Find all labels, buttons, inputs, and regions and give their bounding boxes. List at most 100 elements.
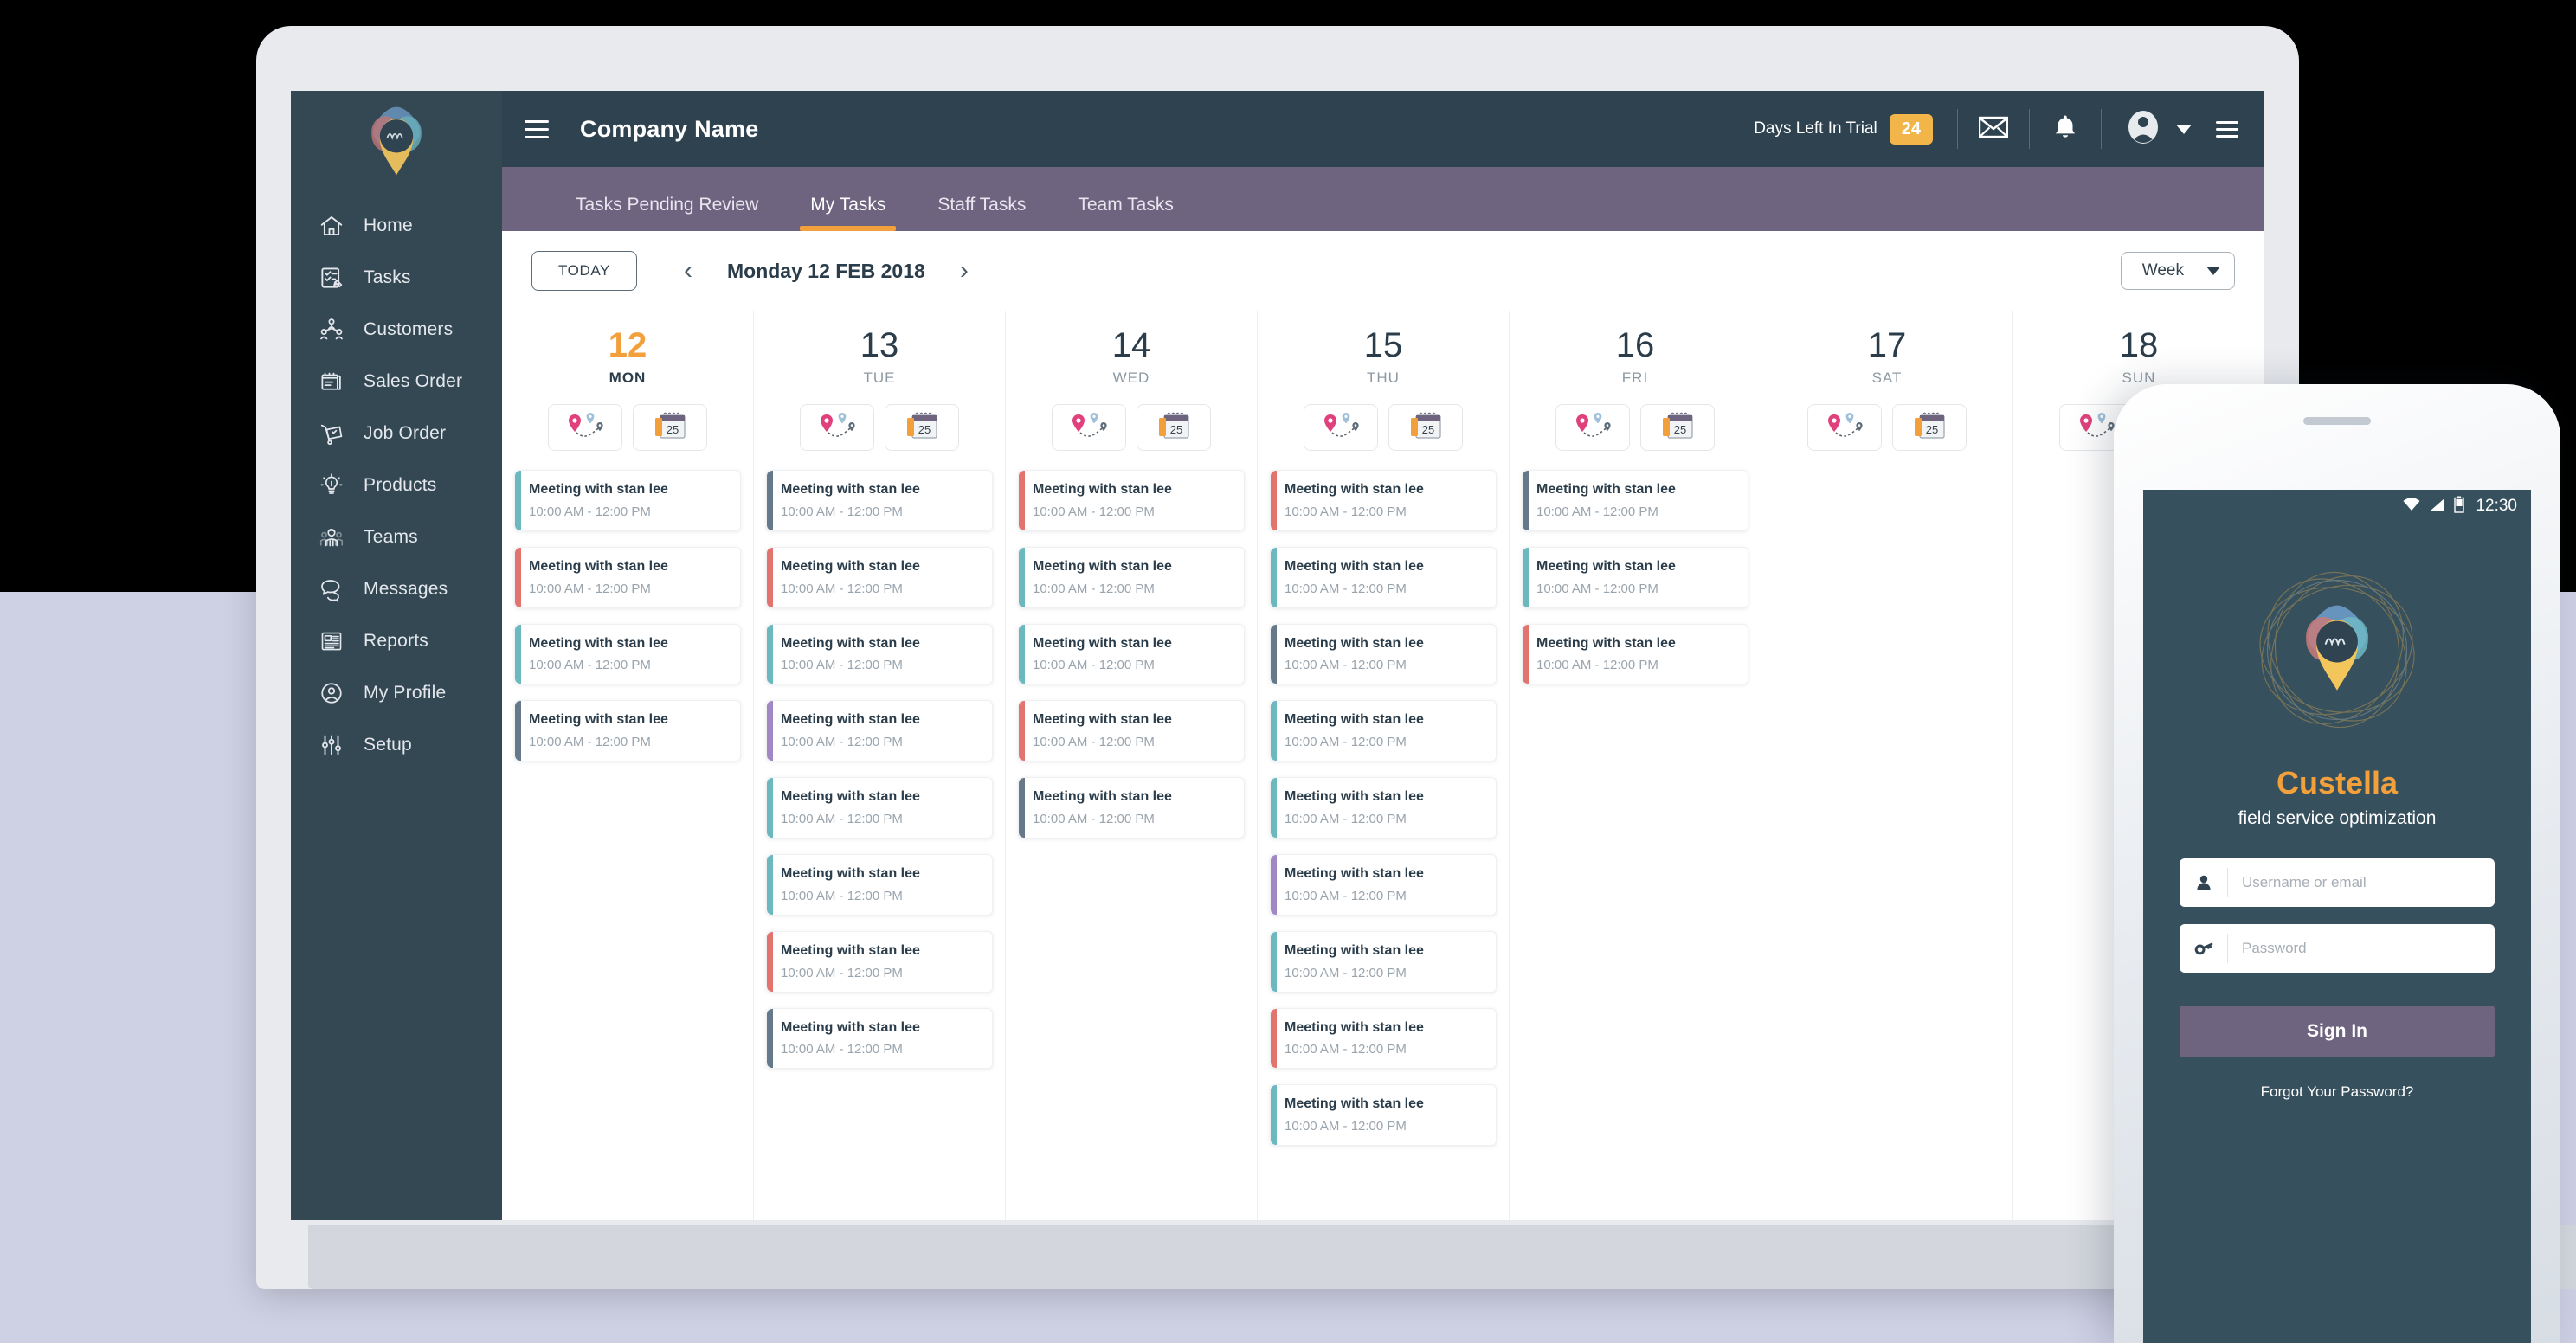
day-action-buttons: 25 <box>1018 404 1245 451</box>
tab-team-tasks[interactable]: Team Tasks <box>1052 195 1200 231</box>
sidebar-item-label: My Profile <box>364 683 447 703</box>
task-card[interactable]: Meeting with stan lee 10:00 AM - 12:00 PM <box>766 1007 993 1070</box>
task-card[interactable]: Meeting with stan lee 10:00 AM - 12:00 PM <box>1270 777 1497 839</box>
task-title: Meeting with stan lee <box>1285 558 1424 574</box>
task-card[interactable]: Meeting with stan lee 10:00 AM - 12:00 PM <box>514 470 741 531</box>
tab-my-tasks[interactable]: My Tasks <box>784 195 911 231</box>
task-card[interactable]: Meeting with stan lee 10:00 AM - 12:00 PM <box>514 700 741 762</box>
task-card[interactable]: Meeting with stan lee 10:00 AM - 12:00 PM <box>766 470 993 531</box>
task-time: 10:00 AM - 12:00 PM <box>1285 965 1407 980</box>
task-card[interactable]: Meeting with stan lee 10:00 AM - 12:00 PM <box>766 930 993 993</box>
task-card[interactable]: Meeting with stan lee 10:00 AM - 12:00 PM <box>766 700 993 762</box>
task-card[interactable]: Meeting with stan lee 10:00 AM - 12:00 PM <box>1270 623 1497 685</box>
task-card[interactable]: Meeting with stan lee 10:00 AM - 12:00 PM <box>766 546 993 608</box>
task-card[interactable]: Meeting with stan lee 10:00 AM - 12:00 PM <box>766 623 993 685</box>
day-column-mon: 12 MON 25 Meeting with stan lee 10:00 AM -… <box>502 311 754 1220</box>
sidebar-item-sales-order[interactable]: Sales Order <box>291 356 502 408</box>
today-button[interactable]: TODAY <box>531 251 637 291</box>
route-map-button[interactable] <box>548 404 622 451</box>
task-card[interactable]: Meeting with stan lee 10:00 AM - 12:00 PM <box>1270 930 1497 993</box>
hamburger-icon[interactable] <box>525 114 554 144</box>
sidebar-item-tasks[interactable]: Tasks <box>291 252 502 304</box>
task-time: 10:00 AM - 12:00 PM <box>781 965 903 980</box>
task-card[interactable]: Meeting with stan lee 10:00 AM - 12:00 PM <box>1018 700 1245 762</box>
sidebar-item-reports[interactable]: Reports <box>291 615 502 667</box>
task-time: 10:00 AM - 12:00 PM <box>1285 735 1407 750</box>
day-calendar-button[interactable]: 25 <box>1640 404 1715 451</box>
day-calendar-button[interactable]: 25 <box>1388 404 1463 451</box>
day-number: 13 <box>860 326 899 364</box>
task-card[interactable]: Meeting with stan lee 10:00 AM - 12:00 PM <box>1522 470 1748 531</box>
task-title: Meeting with stan lee <box>1536 558 1676 574</box>
task-card[interactable]: Meeting with stan lee 10:00 AM - 12:00 PM <box>514 546 741 608</box>
task-list: Meeting with stan lee 10:00 AM - 12:00 PM… <box>1018 470 1245 839</box>
view-mode-select[interactable]: Week <box>2120 252 2235 290</box>
task-time: 10:00 AM - 12:00 PM <box>1285 811 1407 826</box>
route-map-button[interactable] <box>1807 404 1882 451</box>
mail-button[interactable] <box>1958 91 2029 167</box>
task-card[interactable]: Meeting with stan lee 10:00 AM - 12:00 PM <box>1270 700 1497 762</box>
task-title: Meeting with stan lee <box>781 865 920 881</box>
current-date-label: Monday 12 FEB 2018 <box>727 259 925 282</box>
route-map-pin-icon <box>816 411 858 445</box>
task-card[interactable]: Meeting with stan lee 10:00 AM - 12:00 PM <box>1018 623 1245 685</box>
day-calendar-button[interactable]: 25 <box>885 404 959 451</box>
task-card[interactable]: Meeting with stan lee 10:00 AM - 12:00 PM <box>1270 853 1497 916</box>
chat-bubbles-icon <box>317 575 346 604</box>
envelope-icon <box>1978 116 2009 143</box>
task-title: Meeting with stan lee <box>781 789 920 805</box>
route-map-button[interactable] <box>1555 404 1630 451</box>
sidebar-item-setup[interactable]: Setup <box>291 719 502 771</box>
notifications-button[interactable] <box>2030 91 2101 167</box>
task-time: 10:00 AM - 12:00 PM <box>1536 658 1658 673</box>
task-card[interactable]: Meeting with stan lee 10:00 AM - 12:00 PM <box>1270 470 1497 531</box>
password-input[interactable] <box>2228 940 2495 957</box>
task-card[interactable]: Meeting with stan lee 10:00 AM - 12:00 PM <box>766 777 993 839</box>
route-map-pin-icon <box>1320 411 1362 445</box>
day-calendar-button[interactable]: 25 <box>1137 404 1211 451</box>
day-calendar-button[interactable]: 25 <box>633 404 707 451</box>
task-card[interactable]: Meeting with stan lee 10:00 AM - 12:00 PM <box>1018 470 1245 531</box>
day-action-buttons: 25 <box>1774 404 2000 451</box>
task-card[interactable]: Meeting with stan lee 10:00 AM - 12:00 PM <box>1270 546 1497 608</box>
task-card[interactable]: Meeting with stan lee 10:00 AM - 12:00 PM <box>1270 1007 1497 1070</box>
sidebar-item-my-profile[interactable]: My Profile <box>291 667 502 719</box>
tab-tasks-pending-review[interactable]: Tasks Pending Review <box>550 195 784 231</box>
sidebar-item-messages[interactable]: Messages <box>291 563 502 615</box>
task-card[interactable]: Meeting with stan lee 10:00 AM - 12:00 PM <box>514 623 741 685</box>
task-title: Meeting with stan lee <box>1033 558 1172 574</box>
menu-icon[interactable] <box>2216 120 2238 138</box>
task-list: Meeting with stan lee 10:00 AM - 12:00 PM… <box>1270 470 1497 1147</box>
tab-staff-tasks[interactable]: Staff Tasks <box>911 195 1052 231</box>
task-card[interactable]: Meeting with stan lee 10:00 AM - 12:00 PM <box>1522 623 1748 685</box>
chevron-right-icon[interactable]: › <box>944 251 984 291</box>
route-map-button[interactable] <box>800 404 874 451</box>
route-map-pin-icon <box>1572 411 1613 445</box>
sidebar-item-customers[interactable]: Customers <box>291 304 502 356</box>
sign-in-button[interactable]: Sign In <box>2180 1006 2495 1057</box>
user-menu[interactable] <box>2102 108 2216 151</box>
tablet-screen: Home Tasks Customers Sales Order Job Ord… <box>291 91 2264 1220</box>
svg-text:25: 25 <box>1674 423 1686 436</box>
task-card[interactable]: Meeting with stan lee 10:00 AM - 12:00 PM <box>1018 777 1245 839</box>
sidebar-item-home[interactable]: Home <box>291 200 502 252</box>
day-calendar-button[interactable]: 25 <box>1892 404 1967 451</box>
sidebar-item-label: Products <box>364 475 437 495</box>
task-card[interactable]: Meeting with stan lee 10:00 AM - 12:00 PM <box>766 853 993 916</box>
task-card[interactable]: Meeting with stan lee 10:00 AM - 12:00 PM <box>1018 546 1245 608</box>
username-input[interactable] <box>2228 874 2495 891</box>
route-map-button[interactable] <box>1052 404 1126 451</box>
task-card[interactable]: Meeting with stan lee 10:00 AM - 12:00 PM <box>1270 1084 1497 1147</box>
sidebar-item-job-order[interactable]: Job Order <box>291 408 502 459</box>
brand-logo[interactable] <box>291 91 502 193</box>
forgot-password-link[interactable]: Forgot Your Password? <box>2180 1083 2495 1101</box>
sidebar-item-label: Messages <box>364 579 448 599</box>
task-card[interactable]: Meeting with stan lee 10:00 AM - 12:00 PM <box>1522 546 1748 608</box>
route-map-button[interactable] <box>1304 404 1378 451</box>
key-icon <box>2180 934 2228 963</box>
sidebar-item-label: Customers <box>364 319 454 339</box>
person-icon <box>2180 868 2228 897</box>
chevron-left-icon[interactable]: ‹ <box>668 251 708 291</box>
sidebar-item-products[interactable]: Products <box>291 459 502 511</box>
sidebar-item-teams[interactable]: Teams <box>291 511 502 563</box>
